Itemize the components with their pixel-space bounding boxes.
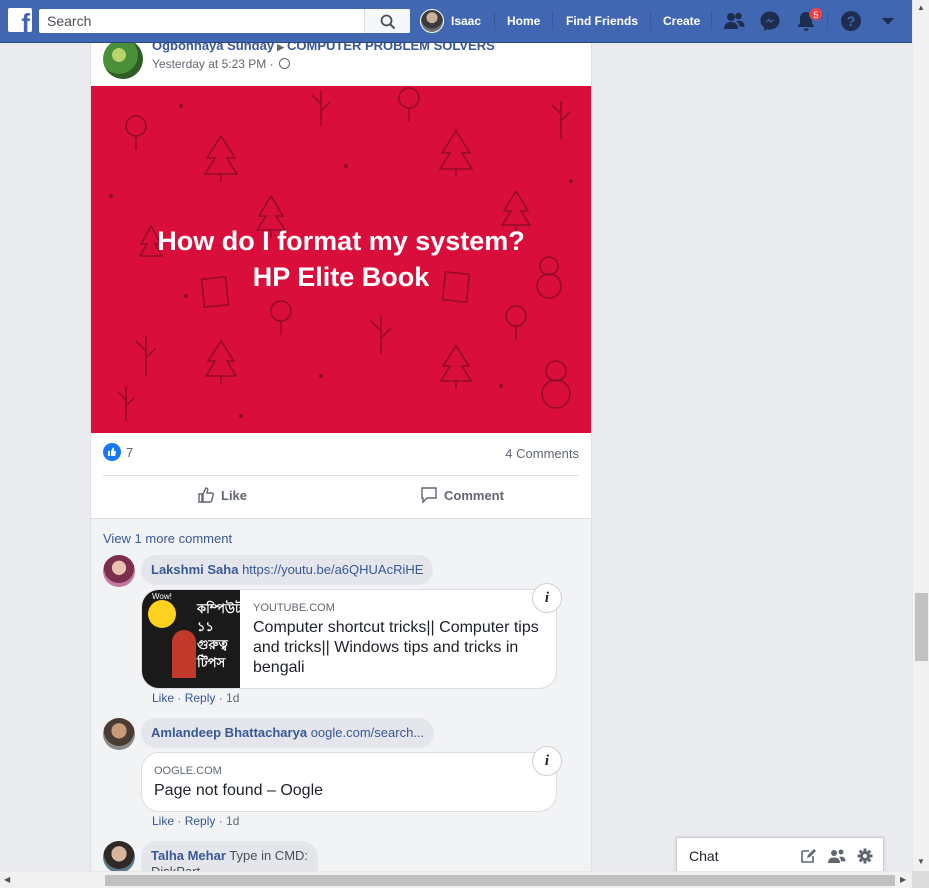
nav-divider — [711, 12, 712, 30]
video-thumbnail: Wow! কম্পিউটা ১১ গুরুত্ব টিপস — [142, 590, 240, 688]
view-more-comments-link[interactable]: View 1 more comment — [103, 531, 232, 546]
notification-count-badge: 5 — [809, 7, 823, 21]
post-image[interactable]: How do I format my system? HP Elite Book — [91, 86, 591, 433]
avatar[interactable] — [103, 841, 135, 873]
link-preview-card[interactable]: OOGLE.COM Page not found – Oogle — [141, 752, 557, 812]
group-chat-icon[interactable] — [828, 848, 846, 864]
search-icon — [380, 14, 396, 30]
comment-bubble-icon — [421, 487, 437, 504]
avatar — [420, 9, 444, 33]
help-icon[interactable]: ? — [840, 10, 862, 32]
comment-actions: Like · Reply · 1d — [152, 691, 240, 705]
create-link[interactable]: Create — [663, 14, 700, 28]
preview-title: Page not found – Oogle — [154, 782, 324, 799]
thumbs-up-icon — [198, 487, 214, 503]
info-icon[interactable]: i — [532, 583, 562, 613]
vertical-scroll-thumb[interactable] — [915, 593, 928, 661]
avatar[interactable] — [103, 718, 135, 750]
comments-section: View 1 more comment Lakshmi Saha https:/… — [91, 518, 591, 888]
caret-right-icon: ▶ — [277, 43, 284, 52]
chat-label: Chat — [689, 848, 719, 864]
account-menu-icon[interactable] — [877, 10, 899, 32]
scroll-up-arrow-icon[interactable]: ▲ — [917, 3, 925, 12]
comments-count-link[interactable]: 4 Comments — [505, 446, 579, 461]
nav-divider — [494, 12, 495, 30]
horizontal-scrollbar[interactable]: ◀ ▶ — [0, 871, 912, 888]
avatar[interactable] — [103, 43, 143, 79]
post-meta: Yesterday at 5:23 PM · — [152, 57, 290, 71]
comment-link[interactable]: https://youtu.be/a6QHUAcRiHE — [242, 562, 423, 577]
comment-age[interactable]: 1d — [226, 814, 239, 828]
horizontal-scroll-thumb[interactable] — [105, 875, 895, 886]
comment-link[interactable]: oogle.com/search... — [311, 725, 424, 740]
divider — [103, 475, 579, 476]
scroll-left-arrow-icon[interactable]: ◀ — [4, 875, 10, 884]
post-image-caption-line: How do I format my system? — [157, 226, 525, 256]
top-navigation-bar: f Isaac Home Find Friends Create 5 ? — [0, 0, 912, 43]
reactions-summary[interactable]: 7 — [103, 443, 133, 461]
scroll-down-arrow-icon[interactable]: ▼ — [917, 857, 925, 866]
post-timestamp[interactable]: Yesterday at 5:23 PM — [152, 57, 266, 71]
link-preview-card[interactable]: Wow! কম্পিউটা ১১ গুরুত্ব টিপস YOUTUBE.CO… — [141, 589, 557, 689]
like-button[interactable]: Like — [197, 486, 247, 504]
profile-name: Isaac — [451, 14, 482, 28]
preview-domain: OOGLE.COM — [154, 765, 222, 777]
reaction-count: 7 — [126, 444, 134, 460]
comment-reply-link[interactable]: Reply — [185, 691, 216, 705]
comment-bubble: Amlandeep Bhattacharya oogle.com/search.… — [141, 718, 435, 748]
post-image-caption: How do I format my system? HP Elite Book — [91, 223, 591, 295]
post-image-caption-line: HP Elite Book — [252, 262, 430, 292]
scrollbar-corner — [912, 871, 929, 888]
like-reaction-icon — [103, 443, 121, 461]
post-author-name[interactable]: Ogbonnaya Sunday — [152, 43, 274, 53]
comment-text: Type in CMD: — [229, 848, 309, 863]
search-button[interactable] — [364, 9, 410, 33]
nav-divider — [650, 12, 651, 30]
post-group-name[interactable]: COMPUTER PROBLEM SOLVERS — [287, 43, 495, 53]
scroll-right-arrow-icon[interactable]: ▶ — [900, 875, 906, 884]
search-input[interactable] — [39, 9, 364, 33]
thumbnail-text: কম্পিউটা ১১ গুরুত্ব টিপস — [197, 601, 240, 670]
commenter-name[interactable]: Talha Mehar — [151, 848, 226, 863]
messenger-icon[interactable] — [759, 10, 781, 32]
comment-button[interactable]: Comment — [420, 486, 504, 504]
comment-age[interactable]: 1d — [226, 691, 239, 705]
avatar[interactable] — [103, 555, 135, 587]
new-message-icon[interactable] — [800, 848, 816, 864]
vertical-scrollbar[interactable]: ▲ ▼ — [912, 0, 929, 871]
commenter-name[interactable]: Amlandeep Bhattacharya — [151, 725, 307, 740]
info-icon[interactable]: i — [532, 746, 562, 776]
svg-text:?: ? — [847, 13, 856, 29]
preview-domain: YOUTUBE.COM — [253, 602, 335, 614]
nav-divider — [552, 12, 553, 30]
like-label: Like — [221, 487, 248, 503]
commenter-name[interactable]: Lakshmi Saha — [151, 562, 238, 577]
find-friends-link[interactable]: Find Friends — [566, 14, 638, 28]
comment-actions: Like · Reply · 1d — [152, 814, 240, 828]
nav-divider — [827, 12, 828, 30]
gear-icon[interactable] — [857, 848, 873, 864]
comment-bubble: Lakshmi Saha https://youtu.be/a6QHUAcRiH… — [141, 555, 434, 585]
search-box — [39, 9, 410, 33]
comment-reply-link[interactable]: Reply — [185, 814, 216, 828]
profile-link[interactable]: Isaac — [420, 8, 481, 34]
thumbnail-badge: Wow! — [152, 592, 172, 601]
news-feed-post: Ogbonnaya Sunday ▶ COMPUTER PROBLEM SOLVER… — [90, 43, 592, 888]
emoji-face-icon — [148, 600, 176, 628]
friend-requests-icon[interactable] — [723, 10, 745, 32]
chat-bar[interactable]: Chat — [676, 837, 884, 873]
home-link[interactable]: Home — [507, 14, 540, 28]
preview-title: Computer shortcut tricks|| Computer tips… — [253, 619, 539, 676]
post-author-line: Ogbonnaya Sunday ▶ COMPUTER PROBLEM SOLVER… — [152, 43, 495, 53]
audience-globe-icon[interactable] — [278, 58, 290, 69]
comment-like-link[interactable]: Like — [152, 814, 174, 828]
comment-label: Comment — [444, 487, 504, 503]
facebook-logo-icon[interactable]: f — [8, 8, 32, 32]
comment-like-link[interactable]: Like — [152, 691, 174, 705]
thumbnail-figure — [172, 630, 196, 678]
